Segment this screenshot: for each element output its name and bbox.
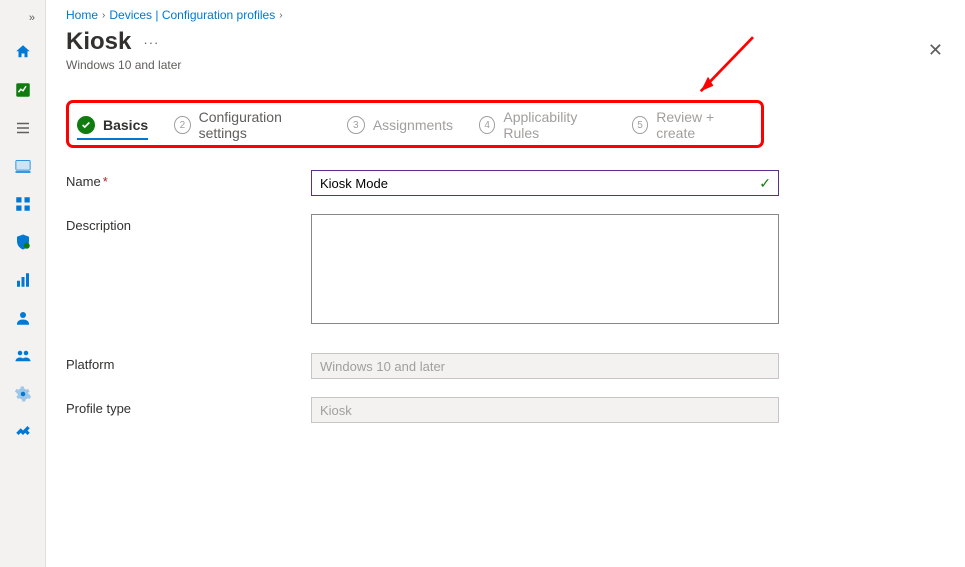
step-number: 4 (479, 116, 495, 134)
home-icon (14, 43, 32, 61)
check-icon (77, 116, 95, 134)
close-button[interactable]: ✕ (928, 40, 943, 61)
nav-endpoint-security[interactable] (0, 226, 46, 258)
groups-icon (14, 347, 32, 365)
troubleshooting-icon (14, 423, 32, 441)
profile-type-value: Kiosk (311, 397, 779, 423)
step-review[interactable]: 5 Review + create (632, 109, 747, 141)
tenant-admin-icon (14, 385, 32, 403)
nav-troubleshoot[interactable] (0, 416, 46, 448)
dashboard-icon (14, 81, 32, 99)
nav-apps[interactable] (0, 188, 46, 220)
basics-form: Name* ✓ Description Platform Windows 10 … (66, 170, 945, 423)
checkmark-icon: ✓ (759, 175, 771, 192)
profile-type-label: Profile type (66, 397, 311, 416)
step-label: Basics (103, 117, 148, 133)
breadcrumb-devices[interactable]: Devices | Configuration profiles (109, 8, 275, 22)
step-number: 3 (347, 116, 365, 134)
apps-icon (14, 195, 32, 213)
step-number: 2 (174, 116, 190, 134)
nav-all-services[interactable] (0, 112, 46, 144)
name-label: Name* (66, 170, 311, 189)
page-subtitle: Windows 10 and later (66, 58, 945, 72)
endpoint-security-icon (14, 233, 32, 251)
description-label: Description (66, 214, 311, 233)
sidebar: » (0, 0, 46, 567)
step-label: Review + create (656, 109, 747, 141)
nav-tenant-admin[interactable] (0, 378, 46, 410)
step-applicability[interactable]: 4 Applicability Rules (479, 109, 606, 141)
nav-reports[interactable] (0, 264, 46, 296)
step-basics[interactable]: Basics (77, 116, 148, 140)
platform-label: Platform (66, 353, 311, 372)
nav-home[interactable] (0, 36, 46, 68)
step-number: 5 (632, 116, 648, 134)
chevron-right-icon: › (279, 10, 282, 21)
step-label: Assignments (373, 117, 453, 133)
all-services-icon (14, 119, 32, 137)
nav-devices[interactable] (0, 150, 46, 182)
users-icon (14, 309, 32, 327)
name-input[interactable] (311, 170, 779, 196)
main-content: Home › Devices | Configuration profiles … (46, 0, 965, 567)
chevron-right-icon: › (102, 10, 105, 21)
nav-dashboard[interactable] (0, 74, 46, 106)
expand-sidebar-button[interactable]: » (0, 6, 45, 30)
breadcrumb-home[interactable]: Home (66, 8, 98, 22)
more-actions-button[interactable]: ··· (143, 35, 159, 50)
page-title: Kiosk (66, 28, 131, 56)
description-input[interactable] (311, 214, 779, 324)
step-label: Applicability Rules (503, 109, 605, 141)
devices-icon (14, 157, 32, 175)
step-configuration[interactable]: 2 Configuration settings (174, 109, 321, 141)
platform-value: Windows 10 and later (311, 353, 779, 379)
wizard-stepper: Basics 2 Configuration settings 3 Assign… (66, 100, 764, 148)
breadcrumb: Home › Devices | Configuration profiles … (66, 8, 945, 22)
step-label: Configuration settings (199, 109, 321, 141)
nav-users[interactable] (0, 302, 46, 334)
step-assignments[interactable]: 3 Assignments (347, 116, 453, 134)
nav-groups[interactable] (0, 340, 46, 372)
required-indicator: * (103, 174, 108, 189)
reports-icon (14, 271, 32, 289)
